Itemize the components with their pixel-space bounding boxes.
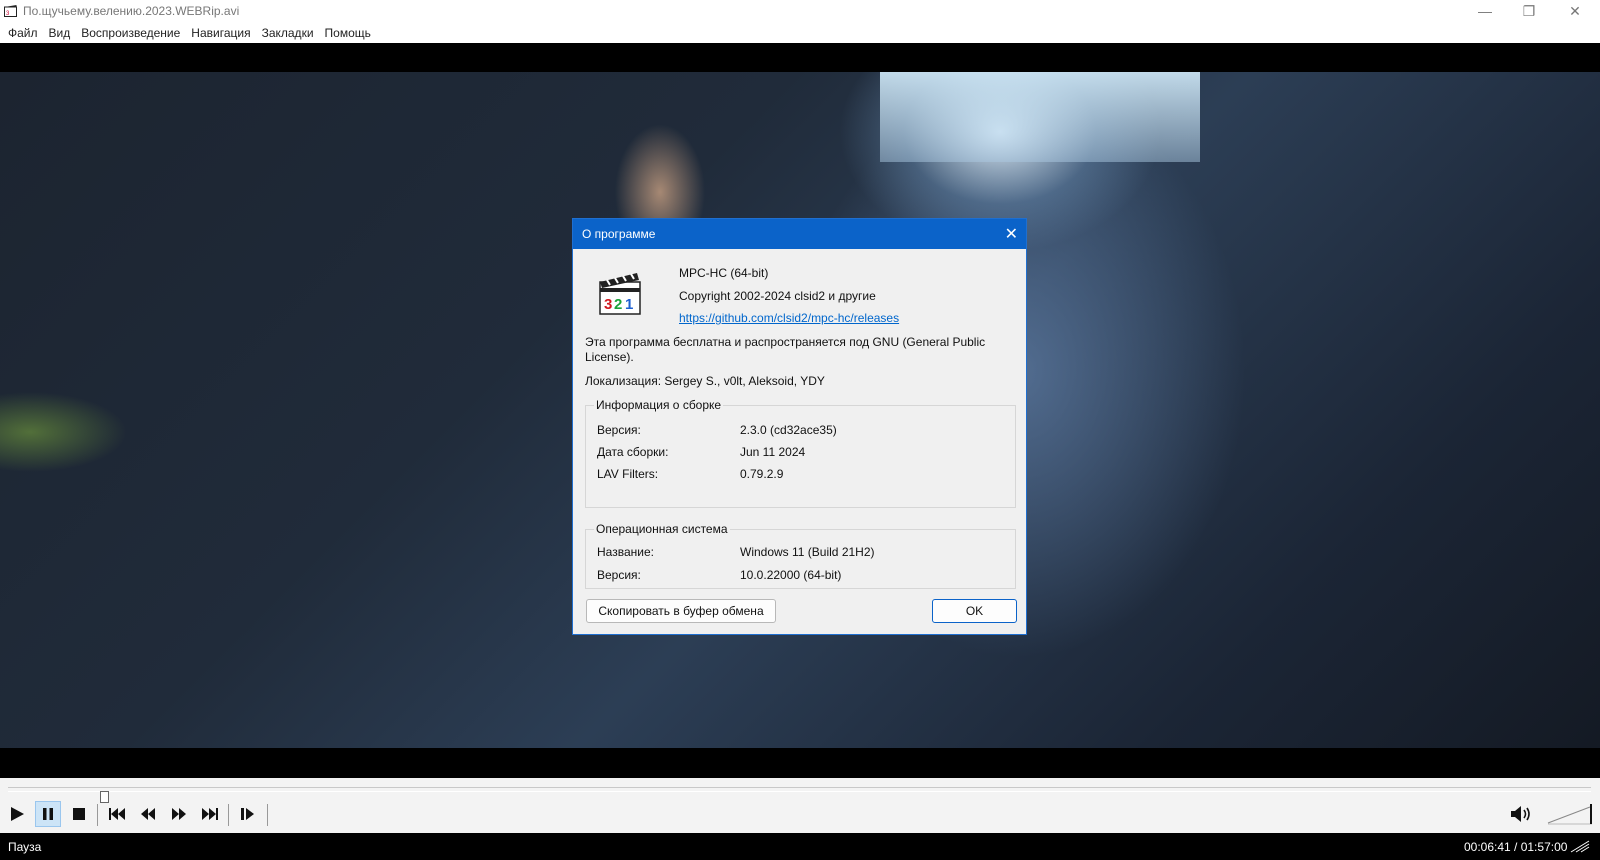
os-info-label: Операционная система [594,522,730,536]
restore-button[interactable]: ❐ [1506,0,1552,22]
play-icon [11,807,24,821]
stop-icon [73,808,85,820]
volume-slider[interactable] [1546,803,1594,825]
frame-step-icon [241,808,254,820]
frame-step-button[interactable] [235,801,261,827]
about-dialog: О программе ✕ 3 2 1 MPC-HC (64-bit) Copy… [572,218,1027,635]
build-info-group: Информация о сборке Версия: 2.3.0 (cd32a… [585,398,1016,508]
close-button[interactable]: ✕ [1552,0,1598,22]
video-window-light [880,72,1200,162]
os-info-group: Операционная система Название: Windows 1… [585,522,1016,589]
lav-filters-key: LAV Filters: [597,467,659,481]
close-icon: ✕ [1569,2,1581,19]
app-icon: 3 [4,5,17,17]
time-display[interactable]: 00:06:41 / 01:57:00 [1464,840,1567,854]
next-button[interactable] [197,801,223,827]
build-date-key: Дата сборки: [597,445,669,459]
rewind-button[interactable] [135,801,161,827]
localization-text: Локализация: Sergey S., v0lt, Aleksoid, … [585,374,825,388]
minimize-button[interactable]: — [1462,0,1508,22]
build-info-label: Информация о сборке [594,398,724,412]
menu-playback[interactable]: Воспроизведение [77,26,187,40]
menu-navigation[interactable]: Навигация [187,26,257,40]
copy-to-clipboard-button[interactable]: Скопировать в буфер обмена [586,599,776,623]
play-button[interactable] [4,801,30,827]
os-version-key: Версия: [597,568,641,582]
build-date-value: Jun 11 2024 [740,445,806,459]
seek-bar[interactable] [8,787,1591,803]
resize-grip-icon [1570,840,1590,853]
dialog-titlebar: О программе ✕ [573,219,1026,249]
menu-file[interactable]: Файл [4,26,45,40]
ok-button[interactable]: OK [932,599,1017,623]
releases-link[interactable]: https://github.com/clsid2/mpc-hc/release… [679,311,899,325]
playback-controls [0,778,1600,833]
separator [228,804,229,826]
svg-text:1: 1 [625,296,633,313]
rewind-icon [141,808,155,820]
skip-previous-icon [109,808,125,820]
pause-button[interactable] [35,801,61,827]
menu-bookmarks[interactable]: Закладки [258,26,321,40]
speaker-icon [1511,806,1530,822]
menu-help[interactable]: Помощь [321,26,378,40]
menu-bar: Файл Вид Воспроизведение Навигация Закла… [0,22,1600,43]
fast-forward-icon [172,808,186,820]
playback-status: Пауза [8,840,42,854]
lav-filters-value: 0.79.2.9 [740,467,784,481]
window-title: По.щучьему.велению.2023.WEBRip.avi [23,4,240,18]
os-name-value: Windows 11 (Build 21H2) [740,545,875,559]
stop-button[interactable] [66,801,92,827]
mute-button[interactable] [1509,801,1535,827]
status-bar: Пауза 00:06:41 / 01:57:00 [0,833,1600,860]
minimize-icon: — [1478,3,1492,19]
skip-next-icon [202,808,218,820]
separator [267,804,268,826]
window-titlebar: 3 По.щучьему.велению.2023.WEBRip.avi — ❐… [0,0,1600,22]
svg-text:3: 3 [604,296,612,313]
pause-icon [43,808,53,820]
separator [97,804,98,826]
app-name: MPC-HC (64-bit) [679,266,769,280]
mpc-logo-icon: 3 2 1 [599,273,641,315]
dialog-close-icon[interactable]: ✕ [1005,224,1018,244]
previous-button[interactable] [104,801,130,827]
menu-view[interactable]: Вид [45,26,78,40]
dialog-title: О программе [582,227,656,241]
fast-forward-button[interactable] [166,801,192,827]
build-version-key: Версия: [597,423,641,437]
svg-text:2: 2 [614,296,622,313]
os-name-key: Название: [597,545,654,559]
restore-icon: ❐ [1522,2,1536,19]
license-text: Эта программа бесплатна и распространяет… [585,335,986,364]
build-version-value: 2.3.0 (cd32ace35) [740,423,837,437]
os-version-value: 10.0.22000 (64-bit) [740,568,842,582]
copyright-text: Copyright 2002-2024 clsid2 и другие [679,289,876,303]
